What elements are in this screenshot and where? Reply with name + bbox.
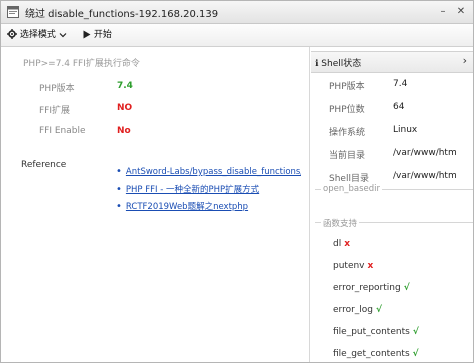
function-item-error-reporting: error_reporting √	[333, 283, 410, 293]
gear-icon	[7, 29, 20, 40]
chevron-right-icon[interactable]: ›	[463, 54, 467, 67]
reference-link-php-ffi[interactable]: PHP FFI - 一种全新的PHP扩展方式	[126, 185, 259, 195]
current-dir-label: 当前目录	[329, 151, 366, 161]
check-icon: √	[376, 305, 383, 315]
functions-legend: 函数支持	[321, 217, 360, 229]
ffi-extension-value: NO	[117, 103, 133, 113]
check-icon: √	[403, 283, 410, 293]
ffi-enable-label: FFI Enable	[39, 126, 86, 136]
toolbar: 选择模式 开始	[1, 24, 473, 47]
php-version-label: PHP版本	[329, 82, 365, 92]
minimize-button[interactable]: –	[435, 4, 451, 20]
chevron-down-icon	[59, 30, 67, 40]
function-item-putenv: putenv x	[333, 261, 374, 271]
check-icon: √	[412, 349, 419, 359]
reference-item: • PHP FFI - 一种全新的PHP扩展方式	[116, 184, 260, 195]
shell-status-title: Shell状态	[321, 59, 362, 69]
start-label: 开始	[93, 30, 112, 40]
os-value: Linux	[393, 125, 418, 135]
cross-icon: x	[344, 239, 351, 249]
cross-icon: x	[367, 261, 374, 271]
select-mode-label: 选择模式	[19, 30, 56, 40]
check-icon: √	[412, 327, 419, 337]
shell-status-panel: ℹ Shell状态 › PHP版本 7.4 PHP位数 64 操作系统 Linu…	[311, 47, 473, 362]
os-label: 操作系统	[329, 128, 366, 138]
reference-item: • AntSword-Labs/bypass_disable_functions/…	[116, 166, 301, 177]
php-bits-value: 64	[393, 102, 405, 112]
shell-status-header[interactable]: ℹ Shell状态 ›	[311, 51, 473, 73]
current-dir-value: /var/www/htm	[393, 148, 457, 158]
reference-link-antsword-labs[interactable]: AntSword-Labs/bypass_disable_functions/8	[126, 167, 301, 177]
play-icon	[83, 30, 94, 40]
php-version-label: PHP版本	[39, 84, 75, 94]
open-basedir-legend: open_basedir	[321, 184, 382, 194]
start-button[interactable]: 开始	[83, 27, 112, 43]
shell-dir-value: /var/www/htm	[393, 171, 457, 181]
function-item-file-get-contents: file_get_contents √	[333, 349, 419, 359]
open-basedir-group: open_basedir	[315, 184, 473, 210]
close-button[interactable]: ✕	[453, 4, 469, 20]
reference-item: • RCTF2019Web题解之nextphp	[116, 201, 249, 212]
title-bar[interactable]: 绕过 disable_functions-192.168.20.139 – ✕	[1, 1, 473, 24]
select-mode-button[interactable]: 选择模式	[7, 27, 67, 43]
main-panel: PHP>=7.4 FFI扩展执行命令 PHP版本 7.4 FFI扩展 NO FF…	[1, 47, 310, 362]
info-icon: ℹ	[315, 59, 319, 69]
plugin-window: 绕过 disable_functions-192.168.20.139 – ✕ …	[0, 0, 474, 363]
reference-link-rctf2019[interactable]: RCTF2019Web题解之nextphp	[126, 202, 248, 212]
function-item-dl: dl x	[333, 239, 351, 249]
php-bits-label: PHP位数	[329, 105, 365, 115]
ffi-enable-value: No	[117, 126, 131, 136]
function-item-error-log: error_log √	[333, 305, 383, 315]
section-title: PHP>=7.4 FFI扩展执行命令	[23, 59, 140, 69]
ffi-extension-label: FFI扩展	[39, 106, 71, 116]
php-version-value: 7.4	[393, 79, 408, 89]
php-version-value: 7.4	[117, 81, 133, 91]
function-item-file-put-contents: file_put_contents √	[333, 327, 419, 337]
shell-dir-label: Shell目录	[329, 174, 369, 184]
reference-label: Reference	[21, 160, 67, 170]
app-window-icon	[7, 6, 19, 18]
window-title: 绕过 disable_functions-192.168.20.139	[25, 9, 219, 20]
